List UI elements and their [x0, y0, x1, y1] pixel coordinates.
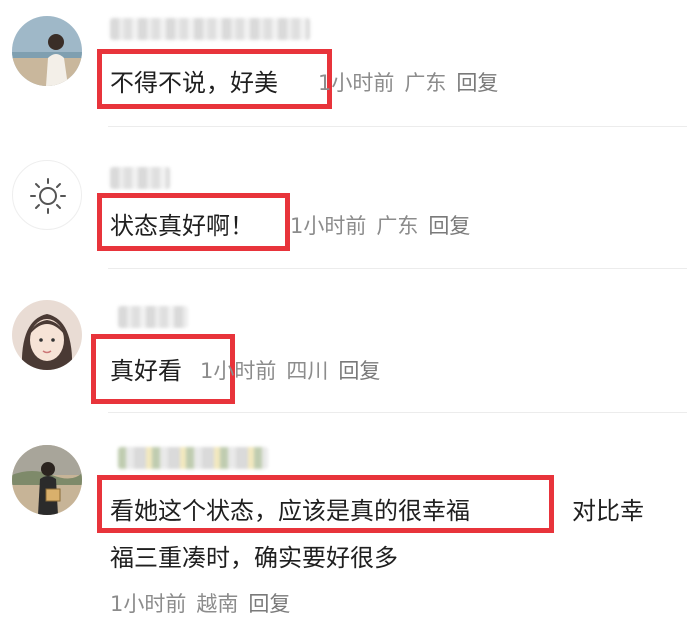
reply-button[interactable]: 回复 — [428, 214, 470, 238]
avatar[interactable] — [12, 160, 82, 230]
comment-meta: 1小时前 广东 回复 — [318, 67, 508, 97]
comment-text-line2: 福三重凑时，确实要好很多 — [110, 544, 398, 572]
comment-text: 真好看 — [110, 357, 182, 385]
username-blurred — [118, 447, 268, 469]
divider — [108, 268, 687, 269]
avatar[interactable] — [12, 16, 82, 86]
divider — [108, 126, 687, 127]
comment-time: 1小时前 — [318, 71, 395, 95]
comment-meta: 1小时前 越南 回复 — [110, 588, 300, 618]
comment-text: 状态真好啊！ — [110, 212, 254, 240]
comment-location: 广东 — [376, 214, 419, 238]
comment-time: 1小时前 — [200, 359, 277, 383]
avatar[interactable] — [12, 445, 82, 515]
comment-text-continued: 对比幸 — [572, 497, 644, 525]
sun-icon — [30, 178, 66, 214]
comment-location: 四川 — [286, 359, 329, 383]
comment-time: 1小时前 — [110, 592, 187, 616]
comment-text: 不得不说，好美 — [110, 69, 278, 97]
user-photo-icon — [12, 16, 82, 86]
username-blurred — [110, 18, 310, 40]
reply-button[interactable]: 回复 — [456, 71, 498, 95]
divider — [108, 412, 687, 413]
reply-button[interactable]: 回复 — [248, 592, 290, 616]
username-blurred — [110, 167, 170, 189]
comment-meta: 1小时前 广东 回复 — [290, 210, 480, 240]
comment-time: 1小时前 — [290, 214, 367, 238]
user-photo-icon — [12, 445, 82, 515]
username-blurred — [118, 306, 188, 328]
reply-button[interactable]: 回复 — [338, 359, 380, 383]
comment-location: 越南 — [196, 592, 239, 616]
comment-location: 广东 — [404, 71, 447, 95]
comment-meta: 1小时前 四川 回复 — [200, 355, 390, 385]
avatar[interactable] — [12, 300, 82, 370]
user-photo-icon — [12, 300, 82, 370]
comment-text-highlighted: 看她这个状态，应该是真的很幸福 — [110, 497, 470, 525]
